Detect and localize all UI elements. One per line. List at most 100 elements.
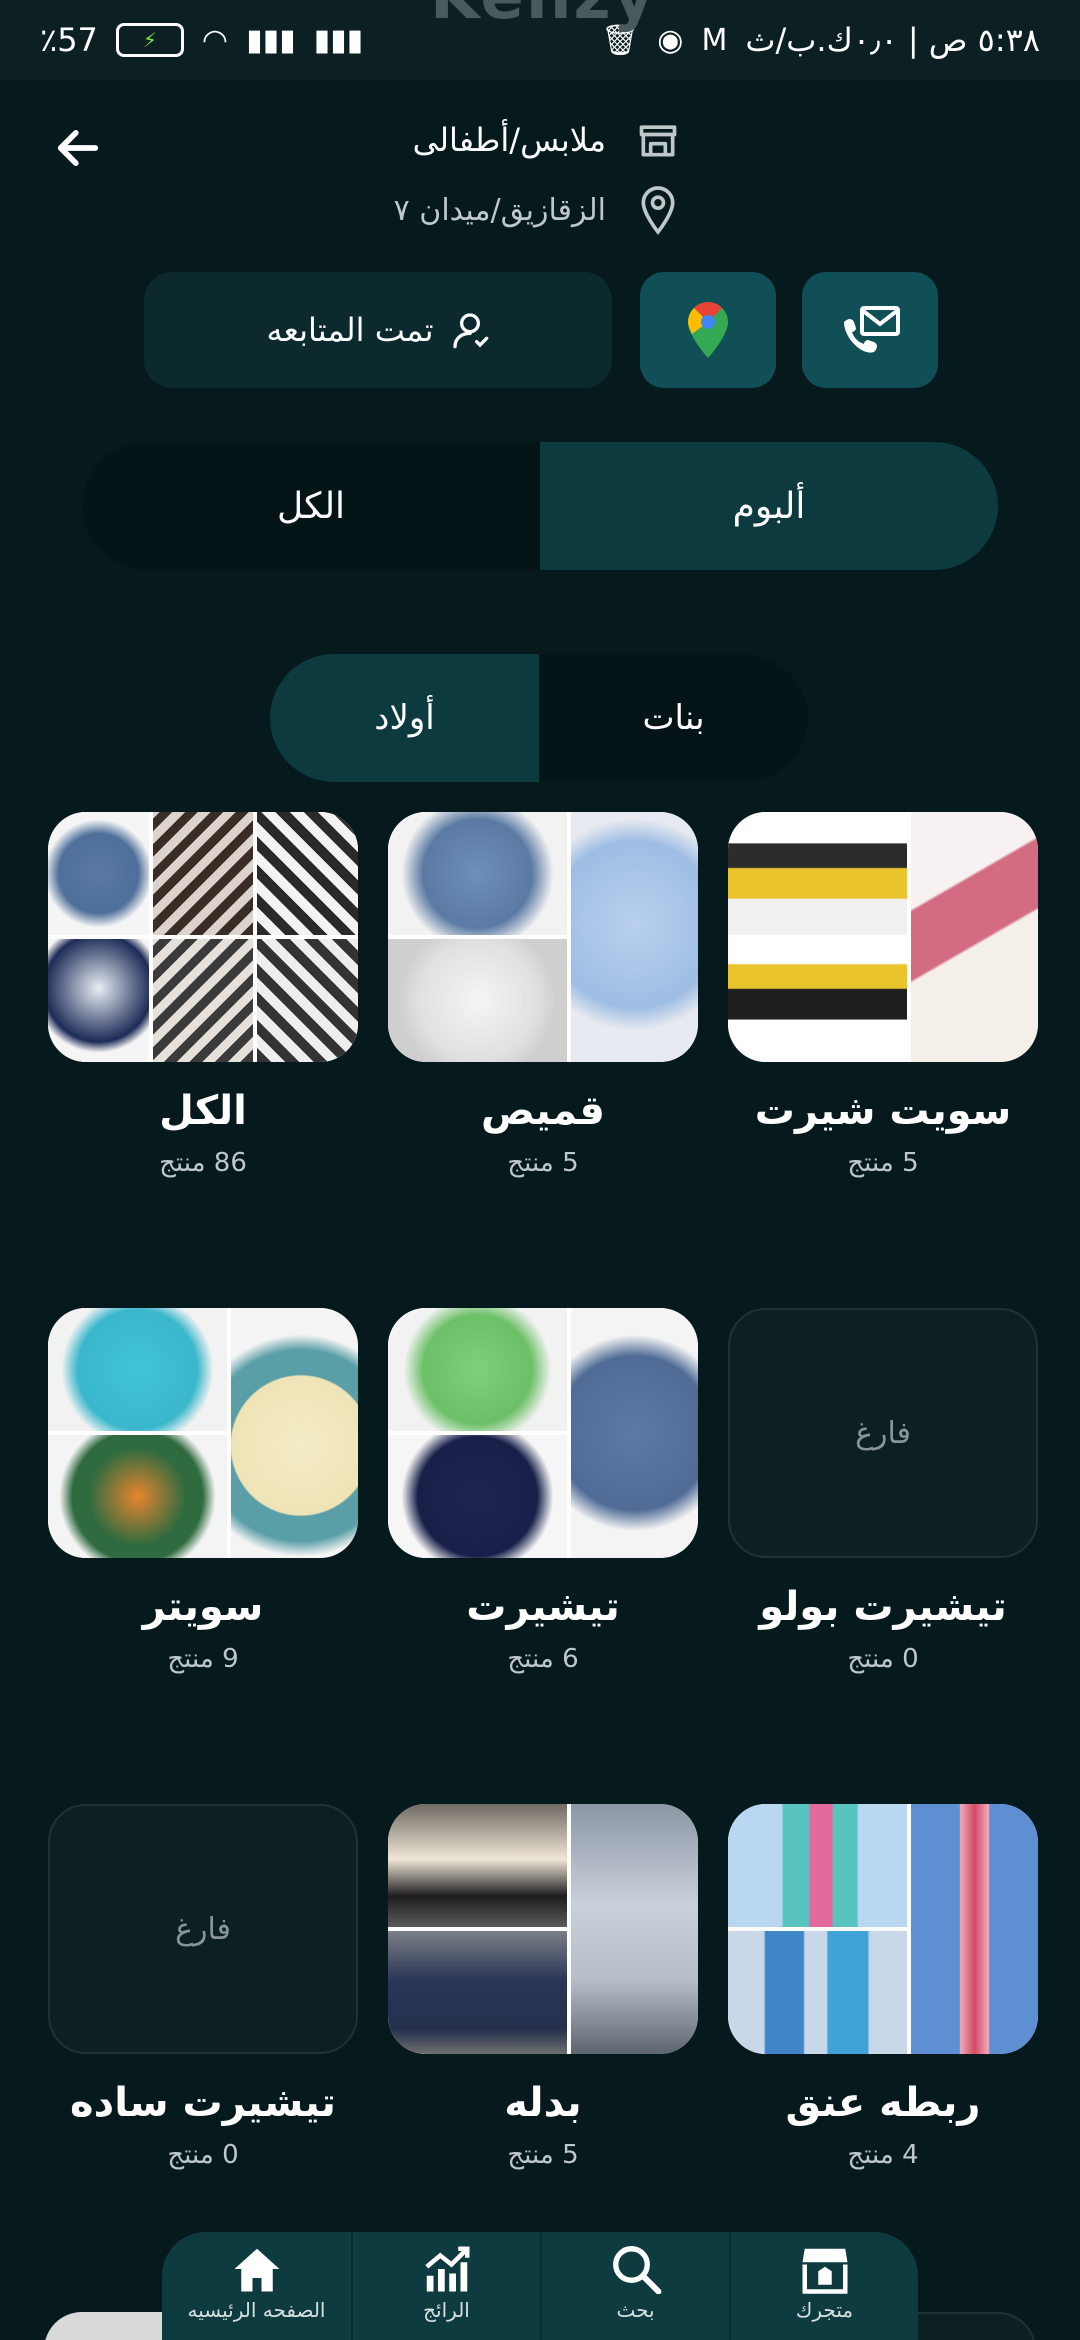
category-thumbnail <box>388 1804 698 2054</box>
product-image-stack <box>388 812 567 1062</box>
product-image <box>230 1308 358 1558</box>
store-location-row: الزقازيق/ميدان ٧ <box>394 180 680 240</box>
product-image <box>728 812 907 935</box>
tab-all[interactable]: الكل <box>82 442 540 570</box>
category-count: 0 منتج <box>847 1644 919 1674</box>
wifi-icon: ◠ <box>201 22 229 58</box>
product-image-stack <box>152 812 254 1062</box>
product-image <box>910 812 1038 1062</box>
signal-icon: ▮▮▮ <box>246 22 296 58</box>
gender-tabs: أولاد بنات <box>270 654 808 782</box>
product-image <box>388 939 567 1062</box>
product-image-stack <box>48 812 149 1062</box>
category-count: 9 منتج <box>167 1644 239 1674</box>
category-count: 86 منتج <box>159 1148 247 1178</box>
product-image <box>48 1308 227 1431</box>
category-thumbnail <box>728 1804 1038 2054</box>
category-card[interactable]: قميص 5 منتج <box>388 812 698 1178</box>
product-image <box>152 939 254 1062</box>
product-image <box>570 1308 698 1558</box>
category-thumbnail <box>388 1308 698 1558</box>
category-count: 4 منتج <box>847 2140 919 2170</box>
back-button[interactable] <box>40 110 116 186</box>
category-title: ربطه عنق <box>785 2080 981 2126</box>
trending-chart-icon <box>424 2246 469 2292</box>
mail-icon: M <box>701 22 728 58</box>
follow-button[interactable]: تمت المتابعه <box>144 272 612 388</box>
product-image <box>728 1804 907 1927</box>
search-icon <box>612 2246 661 2294</box>
status-time: ٥:٣٨ ص | ٠٫٠ك.ب/ث <box>745 21 1040 59</box>
contact-button[interactable] <box>802 272 938 388</box>
category-title: تيشيرت بولو <box>759 1584 1007 1630</box>
nav-trending[interactable]: الرائج <box>351 2232 540 2340</box>
category-thumbnail <box>388 812 698 1062</box>
category-thumbnail <box>48 812 358 1062</box>
category-grid: سويت شيرت 5 منتج قميص 5 منتج الكل 86 منت… <box>44 812 1038 2170</box>
category-title: تيشيرت <box>466 1584 620 1630</box>
store-header: ملابس/أطفالى الزقازيق/ميدان ٧ <box>0 90 1080 260</box>
category-title: قميص <box>481 1088 605 1134</box>
follow-label: تمت المتابعه <box>266 311 434 349</box>
product-image <box>388 1931 567 2054</box>
maps-button[interactable] <box>640 272 776 388</box>
product-image <box>388 1804 567 1927</box>
product-image <box>570 812 698 1062</box>
category-card[interactable]: تيشيرت 6 منتج <box>388 1308 698 1674</box>
product-image <box>48 1435 227 1558</box>
product-image <box>48 812 149 935</box>
category-card[interactable]: ربطه عنق 4 منتج <box>728 1804 1038 2170</box>
product-image-stack <box>728 812 907 1062</box>
nav-search-label: بحث <box>616 2298 655 2322</box>
action-row: تمت المتابعه <box>0 272 1080 388</box>
phone-mail-icon <box>844 306 900 353</box>
category-card[interactable]: سويت شيرت 5 منتج <box>728 812 1038 1178</box>
nav-store[interactable]: متجرك <box>729 2232 918 2340</box>
product-image <box>388 1435 567 1558</box>
storefront-icon <box>639 125 677 157</box>
view-tabs: الكل ألبوم <box>82 442 998 570</box>
store-location: الزقازيق/ميدان ٧ <box>393 192 606 228</box>
store-icon <box>802 2248 847 2294</box>
nav-trending-label: الرائج <box>423 2298 470 2322</box>
product-image <box>728 1931 907 2054</box>
tab-boys[interactable]: أولاد <box>270 654 539 782</box>
nav-home-label: الصفحه الرئيسيه <box>187 2298 326 2322</box>
product-image-stack <box>388 1308 567 1558</box>
category-card[interactable]: الكل 86 منتج <box>48 812 358 1178</box>
category-title: بدله <box>504 2080 582 2126</box>
bottom-nav: الصفحه الرئيسيه الرائج بحث متجرك <box>162 2232 918 2340</box>
battery-icon: ⚡ <box>115 23 184 57</box>
nav-home[interactable]: الصفحه الرئيسيه <box>162 2232 351 2340</box>
location-pin-icon <box>641 186 675 235</box>
product-image-stack <box>257 812 358 1062</box>
arrow-left-icon <box>57 130 99 166</box>
category-thumbnail-empty: فارغ <box>48 1804 358 2054</box>
app-title-ghost: Kenzy <box>430 0 656 34</box>
nav-search[interactable]: بحث <box>540 2232 729 2340</box>
category-title: سويتر <box>142 1584 264 1630</box>
category-count: 5 منتج <box>847 1148 919 1178</box>
product-image <box>388 1308 567 1431</box>
user-check-icon <box>452 313 488 349</box>
tab-album[interactable]: ألبوم <box>540 442 998 570</box>
category-card[interactable]: فارغ تيشيرت ساده 0 منتج <box>48 1804 358 2170</box>
category-title: تيشيرت ساده <box>70 2080 336 2126</box>
product-image <box>388 812 567 935</box>
product-image <box>570 1804 698 2054</box>
category-title: الكل <box>159 1088 247 1134</box>
battery-text: ٪57 <box>40 21 98 59</box>
tab-girls[interactable]: بنات <box>539 654 808 782</box>
home-icon <box>234 2248 279 2292</box>
category-card[interactable]: بدله 5 منتج <box>388 1804 698 2170</box>
product-image <box>257 812 358 935</box>
category-card[interactable]: فارغ تيشيرت بولو 0 منتج <box>728 1308 1038 1674</box>
category-card[interactable]: سويتر 9 منتج <box>48 1308 358 1674</box>
notification-icon: ◉ <box>657 22 684 58</box>
category-count: 5 منتج <box>507 2140 579 2170</box>
category-title: سويت شيرت <box>754 1088 1012 1134</box>
status-right: 🗑 ◉ M ٥:٣٨ ص | ٠٫٠ك.ب/ث <box>601 21 1040 59</box>
product-image-stack <box>728 1804 907 2054</box>
product-image <box>728 939 907 1062</box>
product-image <box>152 812 254 935</box>
